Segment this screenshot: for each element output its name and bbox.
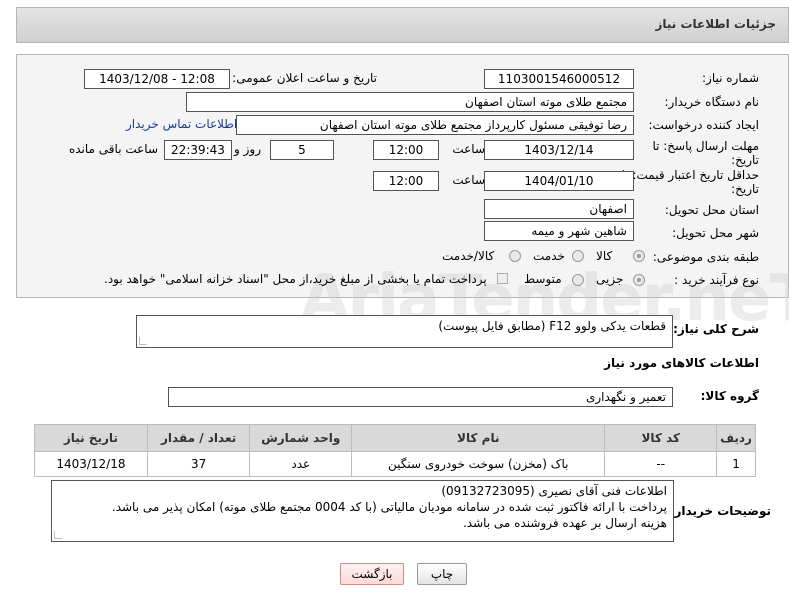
goods-group-label: گروه کالا: xyxy=(700,389,759,403)
process-option-medium: متوسط xyxy=(524,272,562,286)
buyer-notes-line-3: هزینه ارسال بر عهده فروشنده می باشد. xyxy=(462,516,667,530)
requester-label: ایجاد کننده درخواست: xyxy=(648,118,759,132)
announce-datetime-label: تاریخ و ساعت اعلان عمومی: xyxy=(232,71,377,85)
category-option-service: خدمت xyxy=(533,249,565,263)
announce-datetime-field: 1403/12/08 - 12:08 xyxy=(84,69,230,89)
need-number-field: 1103001546000512 xyxy=(484,69,634,89)
goods-table: ردیف کد کالا نام کالا واحد شمارش تعداد /… xyxy=(34,424,756,477)
page-title: جزئیات اطلاعات نیاز xyxy=(655,17,776,31)
buyer-org-label: نام دستگاه خریدار: xyxy=(664,95,760,109)
goods-section-title: اطلاعات کالاهای مورد نیاز xyxy=(604,356,759,370)
reply-time-label: ساعت xyxy=(452,142,485,156)
process-type-label: نوع فرآیند خرید : xyxy=(674,273,759,287)
goods-table-container: ردیف کد کالا نام کالا واحد شمارش تعداد /… xyxy=(34,424,756,477)
col-header-item-name: نام کالا xyxy=(351,424,606,452)
buyer-notes-line-1: اطلاعات فنی آقای نصیری (09132723095) xyxy=(441,484,667,498)
back-button[interactable]: بازگشت xyxy=(340,563,404,585)
buyer-contact-link[interactable]: اطلاعات تماس خریدار xyxy=(126,117,237,131)
need-number-label: شماره نیاز: xyxy=(702,71,759,85)
table-row: 1 -- باک (مخزن) سوخت خودروی سنگین عدد 37… xyxy=(34,451,756,477)
category-radio-goods-service[interactable] xyxy=(509,250,521,262)
price-validity-time-field: 12:00 xyxy=(373,171,439,191)
col-header-item-code: کد کالا xyxy=(604,424,718,452)
process-option-minor: جزیی xyxy=(596,272,624,286)
cell-item-name: باک (مخزن) سوخت خودروی سنگین xyxy=(351,451,606,477)
col-header-quantity: تعداد / مقدار xyxy=(146,424,251,452)
resize-handle-icon[interactable] xyxy=(54,531,62,539)
buyer-notes-field: اطلاعات فنی آقای نصیری (09132723095) پرد… xyxy=(51,480,674,542)
category-radio-goods[interactable] xyxy=(633,250,645,262)
reply-deadline-date-field: 1403/12/14 xyxy=(484,140,634,160)
price-validity-date-field: 1404/01/10 xyxy=(484,171,634,191)
col-header-need-date: تاریخ نیاز xyxy=(34,424,148,452)
treasury-payment-checkbox[interactable] xyxy=(497,273,508,284)
description-label: شرح کلی نیاز: xyxy=(673,322,759,336)
cell-unit: عدد xyxy=(249,451,353,477)
category-label: طبقه بندی موضوعی: xyxy=(652,250,759,264)
remaining-days-label: روز و xyxy=(234,142,261,156)
province-field: اصفهان xyxy=(484,199,634,219)
price-validity-label-date: تاریخ: xyxy=(731,182,759,196)
process-radio-medium[interactable] xyxy=(572,274,584,286)
category-option-goods-service: کالا/خدمت xyxy=(442,249,495,263)
cell-need-date: 1403/12/18 xyxy=(34,451,148,477)
goods-group-field: تعمیر و نگهداری xyxy=(168,387,673,407)
cell-quantity: 37 xyxy=(146,451,251,477)
cell-row-number: 1 xyxy=(716,451,756,477)
remaining-time-field: 22:39:43 xyxy=(164,140,232,160)
requester-field: رضا توفیقی مسئول کارپرداز مجتمع طلای موت… xyxy=(236,115,634,135)
remaining-days-field: 5 xyxy=(270,140,334,160)
province-label: استان محل تحویل: xyxy=(664,203,759,217)
buyer-notes-label: توضیحات خریدار: xyxy=(669,504,771,518)
print-button[interactable]: چاپ xyxy=(417,563,467,585)
buyer-notes-line-2: پرداخت با ارائه فاکتور ثبت شده در سامانه… xyxy=(111,500,667,514)
city-label: شهر محل تحویل: xyxy=(672,226,759,240)
reply-deadline-time-field: 12:00 xyxy=(373,140,439,160)
category-option-goods: کالا xyxy=(596,249,613,263)
description-field: قطعات یدکی ولوو F12 (مطابق فایل پیوست) xyxy=(136,315,673,348)
buyer-org-field: مجتمع طلای موته استان اصفهان xyxy=(186,92,634,112)
cell-item-code: -- xyxy=(604,451,718,477)
category-radio-service[interactable] xyxy=(572,250,584,262)
reply-deadline-label: مهلت ارسال پاسخ: تا xyxy=(652,139,759,153)
description-text: قطعات یدکی ولوو F12 (مطابق فایل پیوست) xyxy=(438,319,666,333)
reply-deadline-label-date: تاریخ: xyxy=(731,153,759,167)
col-header-row-number: ردیف xyxy=(716,424,756,452)
remaining-time-label: ساعت باقی مانده xyxy=(68,142,158,156)
price-validity-label: حداقل تاریخ اعتبار قیمت: تا xyxy=(621,168,759,182)
table-header-row: ردیف کد کالا نام کالا واحد شمارش تعداد /… xyxy=(34,424,756,452)
city-field: شاهین شهر و میمه xyxy=(484,221,634,241)
price-validity-time-label: ساعت xyxy=(452,173,485,187)
treasury-payment-note: پرداخت تمام یا بخشی از مبلغ خرید،از محل … xyxy=(104,272,487,286)
col-header-unit: واحد شمارش xyxy=(249,424,353,452)
page-header: جزئیات اطلاعات نیاز xyxy=(16,7,789,43)
process-radio-minor[interactable] xyxy=(633,274,645,286)
resize-handle-icon[interactable] xyxy=(139,337,147,345)
